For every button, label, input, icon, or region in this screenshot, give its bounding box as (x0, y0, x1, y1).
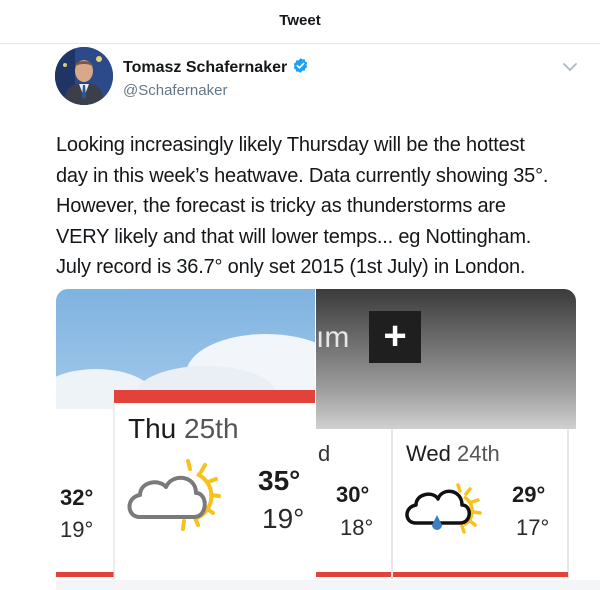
author-handle[interactable]: @Schafernaker (123, 82, 309, 99)
left-edge-high-temp: 32° (60, 485, 94, 510)
avatar[interactable] (55, 47, 113, 105)
author-name-row: Tomasz Schafernaker (123, 57, 309, 79)
forecast-image-left[interactable]: 32° 19° Thu 25th 35° 19° (56, 289, 346, 579)
author-name[interactable]: Tomasz Schafernaker (123, 59, 287, 77)
tweet-text: Looking increasingly likely Thursday wil… (56, 130, 576, 283)
featured-day-label: Thu 25th (128, 413, 239, 445)
more-options-chevron-down-icon[interactable] (562, 60, 578, 78)
featured-day: Thu (128, 413, 177, 444)
card-date: 24th (456, 441, 500, 466)
card-low-temp: 17° (516, 515, 550, 540)
featured-date: 25th (184, 413, 239, 444)
left-edge-low-temp: 19° (60, 517, 94, 542)
header-text-fragment: ım (316, 321, 350, 354)
right-edge-high-temp: 30° (336, 482, 370, 507)
forecast-image-right[interactable]: ım + d 30° 18° Wed 24th 29° 17° (316, 289, 576, 579)
top-bar: Tweet (0, 0, 600, 44)
avatar-image (55, 47, 113, 105)
tweet-line: VERY likely and that will lower temps...… (56, 225, 532, 248)
card-high-temp: 29° (512, 482, 546, 507)
tweet-line: day in this week’s heatwave. Data curren… (56, 164, 549, 187)
featured-high-temp: 35° (258, 465, 301, 496)
card-day-label: Wed 24th (406, 441, 500, 467)
author-block[interactable]: Tomasz Schafernaker @Schafernaker (123, 57, 309, 99)
tweet-media[interactable]: 32° 19° Thu 25th 35° 19° ım + d 30° 18° … (56, 289, 576, 579)
verified-badge-icon (292, 57, 309, 79)
page-title: Tweet (279, 12, 321, 29)
tweet-line: Looking increasingly likely Thursday wil… (56, 134, 525, 156)
right-edge-low-temp: 18° (340, 515, 374, 540)
tweet-line: July record is 36.7° only set 2015 (1st … (56, 256, 526, 278)
plus-button[interactable]: + (369, 311, 421, 363)
featured-low-temp: 19° (262, 503, 305, 534)
tweet-line: However, the forecast is tricky as thund… (56, 195, 506, 217)
day-fragment: d (318, 441, 331, 466)
media-bottom-edge (56, 580, 600, 590)
card-day: Wed (406, 441, 451, 466)
